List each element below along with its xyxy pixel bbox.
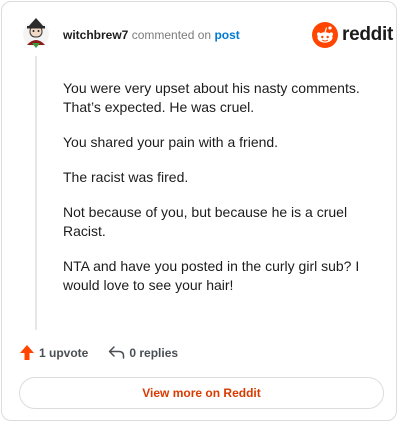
post-link[interactable]: post (214, 28, 239, 42)
commented-on-text: commented on (131, 28, 212, 42)
comment-paragraph: You were very upset about his nasty comm… (63, 80, 360, 115)
comment-body: You were very upset about his nasty comm… (63, 79, 373, 311)
comment-paragraph: You shared your pain with a friend. (63, 134, 279, 150)
username-link[interactable]: witchbrew7 (63, 28, 128, 42)
comment-header: witchbrew7 commented on post (63, 28, 240, 42)
thread-line (35, 56, 37, 330)
upvote-button[interactable]: 1 upvote (19, 344, 88, 361)
avatar[interactable] (21, 17, 51, 49)
view-more-on-reddit-button[interactable]: View more on Reddit (19, 377, 384, 409)
upvote-arrow-icon (20, 345, 34, 360)
upvote-count: 1 upvote (39, 345, 89, 360)
replies-button[interactable]: 0 replies (108, 345, 178, 360)
replies-count: 0 replies (129, 345, 179, 360)
comment-embed-card: witchbrew7 commented on post reddit You … (1, 1, 397, 421)
avatar-icon (23, 18, 49, 48)
reddit-logo-icon (312, 22, 338, 48)
comment-actions: 1 upvote 0 replies (19, 344, 178, 361)
comment-paragraph: NTA and have you posted in the curly gir… (63, 258, 360, 293)
reddit-logo[interactable]: reddit (312, 22, 393, 48)
comment-paragraph: The racist was fired. (63, 169, 189, 185)
reddit-wordmark: reddit (342, 24, 393, 45)
comment-paragraph: Not because of you, but because he is a … (63, 204, 348, 239)
reply-arrow-icon (109, 346, 125, 359)
